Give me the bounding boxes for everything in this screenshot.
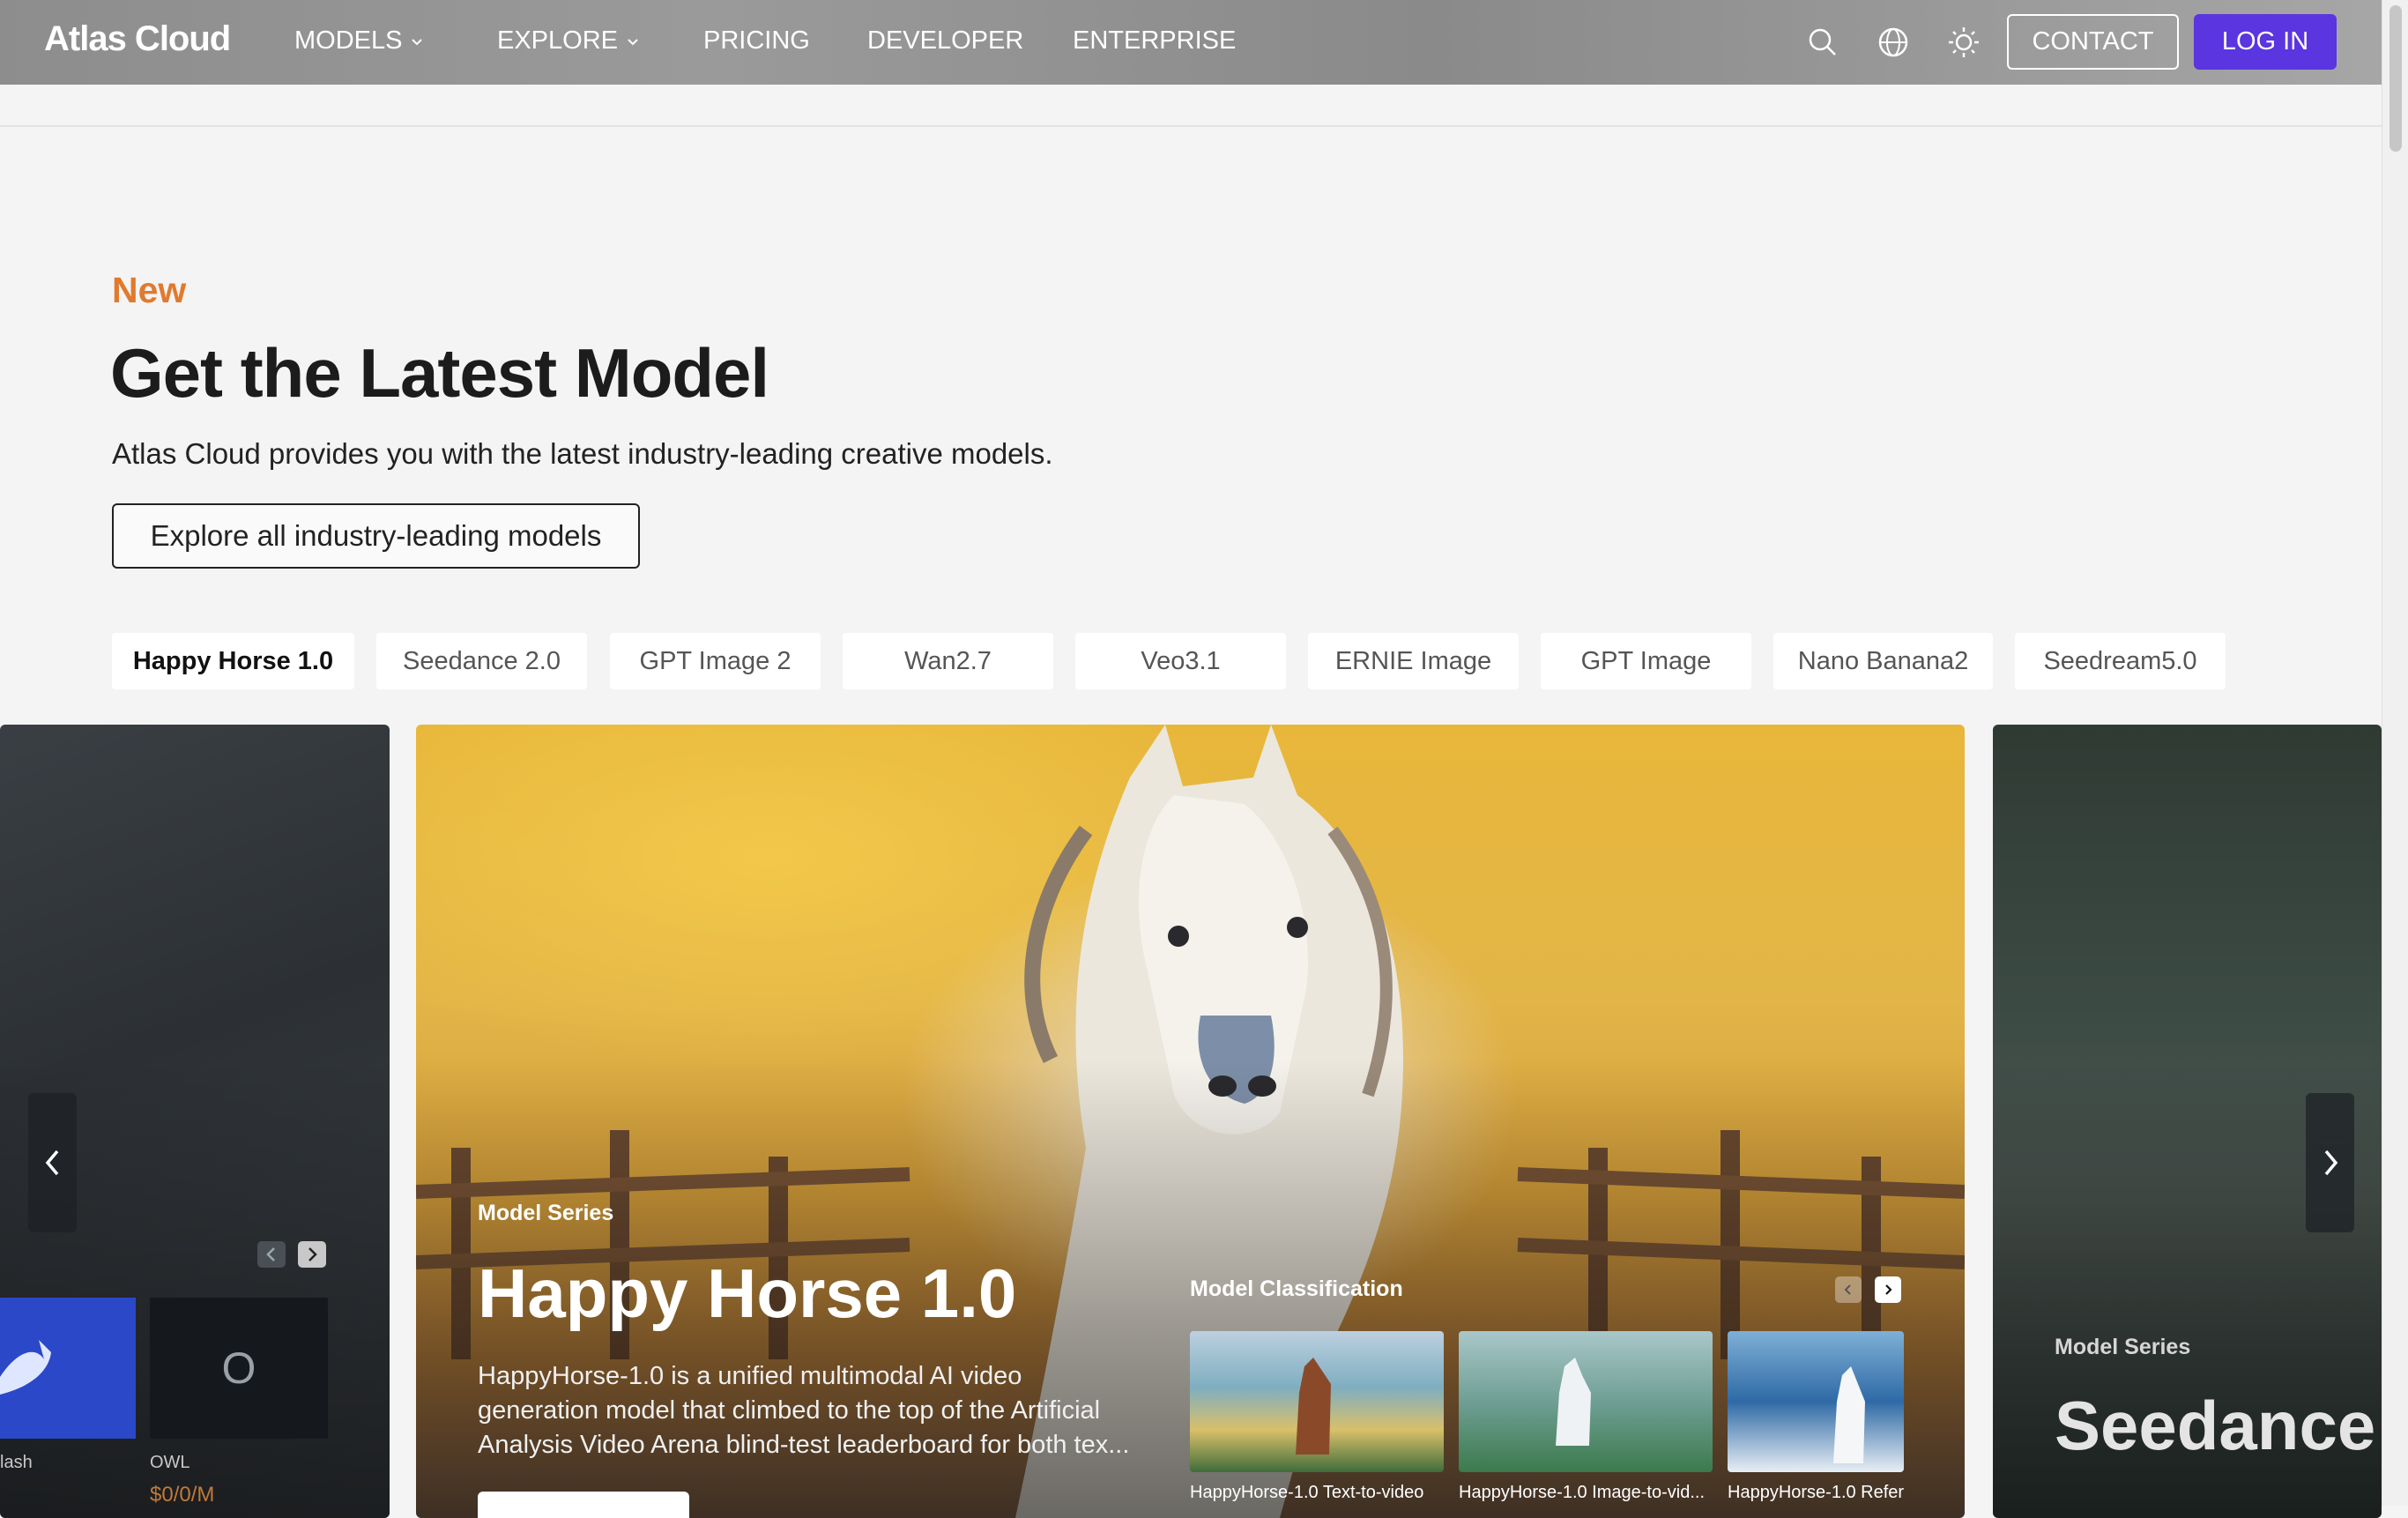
classification-thumbnail[interactable] [1728, 1331, 1904, 1472]
thumbnail-caption: HappyHorse-1.0 Image-to-vid... [1459, 1483, 1706, 1502]
model-card-current[interactable]: Model Series Happy Horse 1.0 HappyHorse-… [416, 725, 1965, 1518]
chevron-right-icon [2324, 1150, 2337, 1176]
contact-button[interactable]: CONTACT [2007, 14, 2179, 70]
thumbnail-caption: HappyHorse-1.0 Refer... [1728, 1483, 1904, 1502]
nav-enterprise[interactable]: ENTERPRISE [1073, 26, 1236, 56]
chevron-left-icon[interactable] [257, 1241, 286, 1268]
nav-pricing-label: PRICING [703, 26, 810, 55]
tab-seedream[interactable]: Seedream5.0 [2015, 633, 2226, 689]
classification-prev-button[interactable] [1835, 1276, 1862, 1303]
thumbnail-caption: HappyHorse-1.0 Text-to-video [1190, 1483, 1424, 1502]
carousel-next-button[interactable] [2306, 1093, 2354, 1232]
chevron-down-icon [412, 38, 423, 45]
chevron-left-icon [45, 1150, 58, 1176]
top-navbar: Atlas Cloud MODELS EXPLORE PRICING DEVEL… [0, 0, 2382, 85]
nav-enterprise-label: ENTERPRISE [1073, 26, 1237, 55]
carousel-prev-button[interactable] [28, 1093, 77, 1232]
nav-explore-label: EXPLORE [497, 26, 618, 55]
classification-thumbnail[interactable] [1459, 1331, 1713, 1472]
tab-seedance[interactable]: Seedance 2.0 [376, 633, 587, 689]
model-caption: lash [0, 1453, 33, 1472]
tab-happy-horse[interactable]: Happy Horse 1.0 [112, 633, 354, 689]
tab-gpt-image-2[interactable]: GPT Image 2 [610, 633, 821, 689]
page-scrollbar[interactable] [2382, 0, 2408, 1506]
tab-ernie-image[interactable]: ERNIE Image [1308, 633, 1519, 689]
login-button[interactable]: LOG IN [2194, 14, 2337, 70]
model-action-button[interactable] [478, 1492, 689, 1518]
horse-thumbnail-image [1556, 1358, 1591, 1446]
header-divider [0, 125, 2382, 127]
model-caption: OWL [150, 1453, 190, 1472]
model-series-title: Happy Horse 1.0 [478, 1254, 1017, 1332]
new-badge: New [112, 270, 187, 310]
scrollbar-thumb[interactable] [2389, 5, 2402, 152]
nav-models[interactable]: MODELS [294, 26, 423, 56]
tab-nano-banana[interactable]: Nano Banana2 [1773, 633, 1993, 689]
nav-models-label: MODELS [294, 26, 403, 55]
tab-veo[interactable]: Veo3.1 [1075, 633, 1286, 689]
chevron-right-icon [1885, 1284, 1892, 1295]
model-series-label: Model Series [2055, 1335, 2191, 1359]
model-classification-label: Model Classification [1190, 1276, 1403, 1301]
model-description: HappyHorse-1.0 is a unified multimodal A… [478, 1362, 1130, 1459]
model-series-title: Seedance 2 [2055, 1387, 2382, 1464]
model-thumbnail[interactable]: O [150, 1298, 328, 1439]
globe-icon[interactable] [1876, 25, 1911, 60]
tile-letter: O [221, 1343, 256, 1393]
nav-pricing[interactable]: PRICING [703, 26, 810, 56]
whale-icon [0, 1340, 51, 1395]
tab-gpt-image[interactable]: GPT Image [1541, 633, 1751, 689]
chevron-left-icon [1844, 1284, 1851, 1295]
page-subtitle: Atlas Cloud provides you with the latest… [112, 437, 1053, 470]
nav-developer[interactable]: DEVELOPER [867, 26, 1023, 56]
horse-thumbnail-image [1833, 1366, 1865, 1463]
nav-developer-label: DEVELOPER [867, 26, 1024, 55]
classification-next-button[interactable] [1875, 1276, 1901, 1303]
sun-icon[interactable] [1946, 25, 1981, 60]
nav-explore[interactable]: EXPLORE [497, 26, 639, 56]
chevron-down-icon [628, 38, 638, 45]
explore-models-button[interactable]: Explore all industry-leading models [112, 503, 640, 569]
model-thumbnail[interactable] [0, 1298, 136, 1439]
atlas-cloud-logo[interactable]: Atlas Cloud [44, 19, 231, 59]
search-icon[interactable] [1805, 25, 1840, 60]
tabs-fade-overlay [2221, 633, 2382, 689]
model-series-label: Model Series [478, 1201, 614, 1225]
tab-wan[interactable]: Wan2.7 [843, 633, 1053, 689]
model-price: $0/0/M [150, 1483, 215, 1507]
page-title: Get the Latest Model [110, 334, 769, 412]
horse-thumbnail-image [1296, 1358, 1331, 1455]
classification-thumbnail[interactable] [1190, 1331, 1444, 1472]
chevron-right-icon[interactable] [298, 1241, 326, 1268]
